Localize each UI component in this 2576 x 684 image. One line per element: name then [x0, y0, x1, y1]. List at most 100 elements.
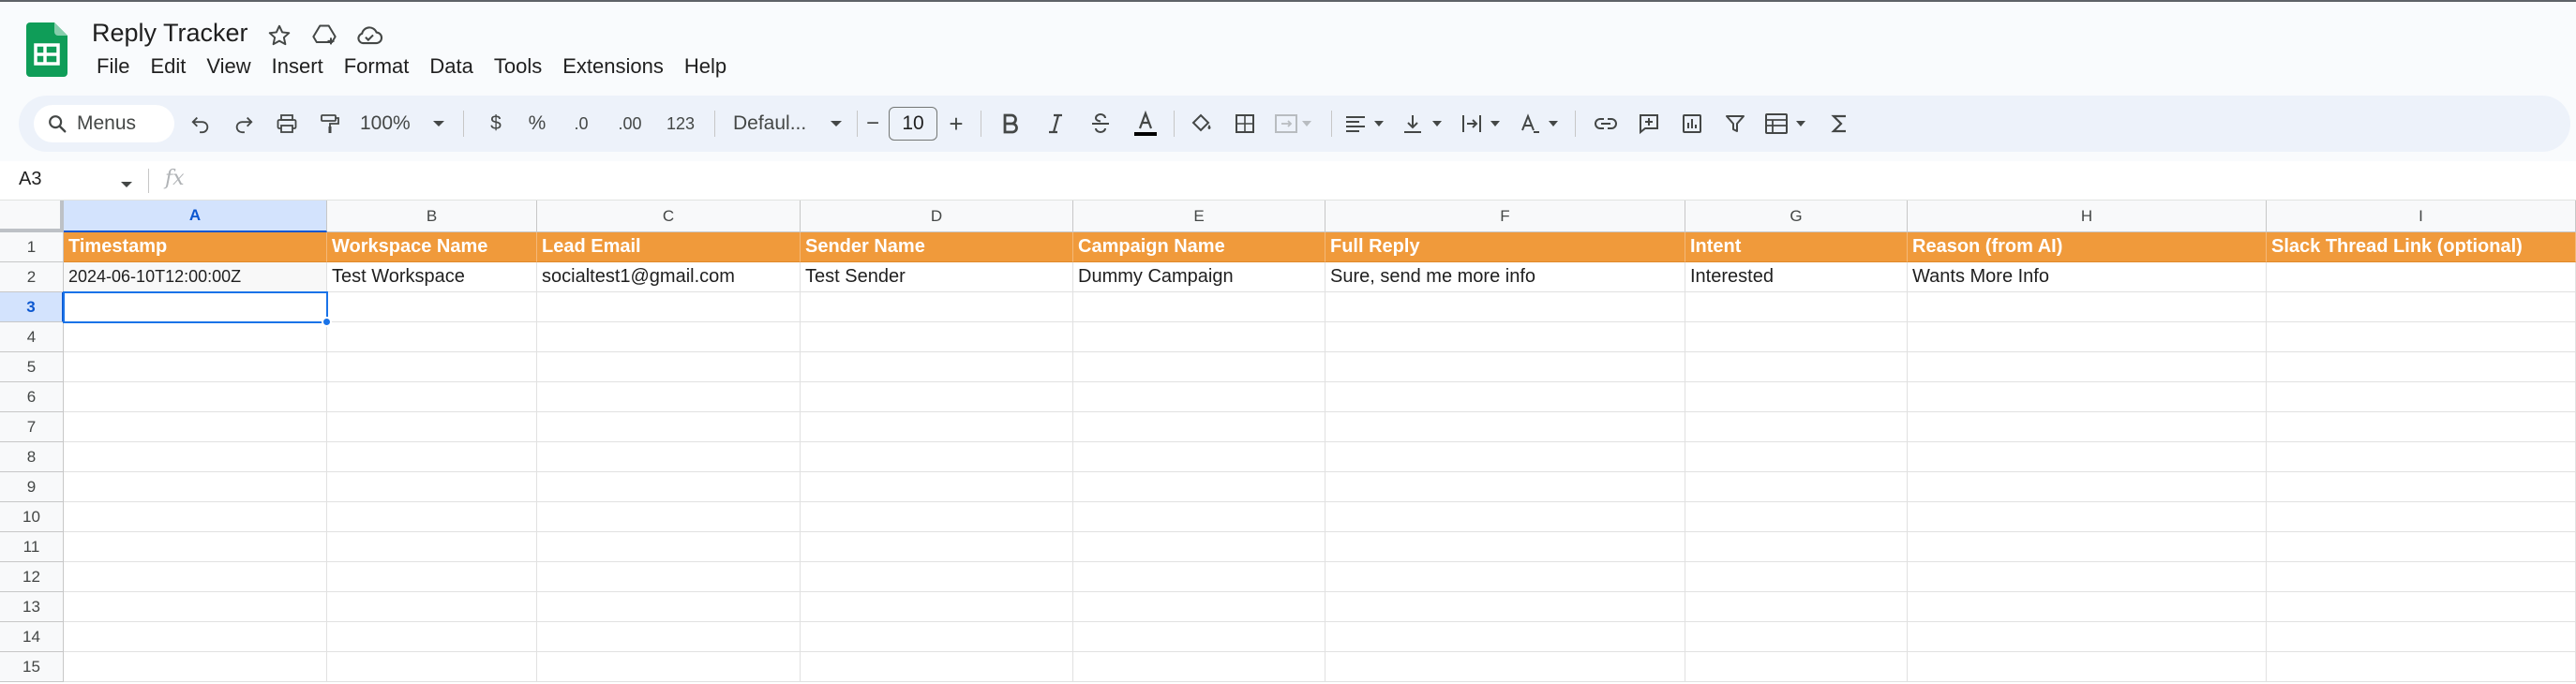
column-header-h[interactable]: H	[1908, 201, 2267, 232]
cell-D6[interactable]	[801, 382, 1073, 412]
zoom-value[interactable]: 100%	[360, 107, 416, 141]
menu-edit[interactable]: Edit	[140, 52, 196, 81]
cell-D15[interactable]	[801, 652, 1073, 682]
row-header-9[interactable]: 9	[0, 472, 64, 502]
cell-B12[interactable]	[327, 562, 537, 592]
cell-F2[interactable]: Sure, send me more info	[1325, 262, 1685, 292]
header-cell[interactable]: Sender Name	[801, 232, 1073, 262]
cell-G10[interactable]	[1685, 502, 1908, 532]
cell-A11[interactable]	[64, 532, 327, 562]
cell-B8[interactable]	[327, 442, 537, 472]
cell-C14[interactable]	[537, 622, 801, 652]
row-header-8[interactable]: 8	[0, 442, 64, 472]
name-box[interactable]: A3	[19, 169, 41, 190]
move-to-drive-icon[interactable]	[309, 21, 339, 51]
cell-C6[interactable]	[537, 382, 801, 412]
cell-E2[interactable]: Dummy Campaign	[1073, 262, 1325, 292]
cell-A12[interactable]	[64, 562, 327, 592]
cell-F6[interactable]	[1325, 382, 1685, 412]
cell-E15[interactable]	[1073, 652, 1325, 682]
cell-C11[interactable]	[537, 532, 801, 562]
cell-D4[interactable]	[801, 322, 1073, 352]
search-menus-button[interactable]: Menus	[34, 105, 174, 142]
cell-H4[interactable]	[1908, 322, 2267, 352]
header-cell[interactable]: Reason (from AI)	[1908, 232, 2267, 262]
cell-D3[interactable]	[801, 292, 1073, 322]
cell-D9[interactable]	[801, 472, 1073, 502]
cell-G13[interactable]	[1685, 592, 1908, 622]
header-cell[interactable]: Workspace Name	[327, 232, 537, 262]
cell-G5[interactable]	[1685, 352, 1908, 382]
cell-D14[interactable]	[801, 622, 1073, 652]
cell-E4[interactable]	[1073, 322, 1325, 352]
column-header-g[interactable]: G	[1685, 201, 1908, 232]
cell-A6[interactable]	[64, 382, 327, 412]
cell-I12[interactable]	[2267, 562, 2576, 592]
cell-C12[interactable]	[537, 562, 801, 592]
header-cell[interactable]: Slack Thread Link (optional)	[2267, 232, 2576, 262]
menu-format[interactable]: Format	[334, 52, 420, 81]
insert-comment-icon[interactable]	[1633, 107, 1665, 141]
decrease-decimal-button[interactable]: .0	[564, 107, 598, 141]
cloud-status-icon[interactable]	[354, 21, 384, 51]
borders-icon[interactable]	[1230, 107, 1260, 141]
cell-I8[interactable]	[2267, 442, 2576, 472]
cell-G6[interactable]	[1685, 382, 1908, 412]
cell-G4[interactable]	[1685, 322, 1908, 352]
cell-I5[interactable]	[2267, 352, 2576, 382]
italic-icon[interactable]	[1041, 107, 1071, 141]
row-header-6[interactable]: 6	[0, 382, 64, 412]
menu-tools[interactable]: Tools	[484, 52, 552, 81]
vertical-align-icon[interactable]	[1400, 107, 1447, 141]
row-header-1[interactable]: 1	[0, 232, 64, 262]
cell-C8[interactable]	[537, 442, 801, 472]
cell-A5[interactable]	[64, 352, 327, 382]
cell-A4[interactable]	[64, 322, 327, 352]
cell-D10[interactable]	[801, 502, 1073, 532]
cell-F14[interactable]	[1325, 622, 1685, 652]
header-cell[interactable]: Timestamp	[64, 232, 327, 262]
cell-C15[interactable]	[537, 652, 801, 682]
cell-I10[interactable]	[2267, 502, 2576, 532]
cell-H13[interactable]	[1908, 592, 2267, 622]
cell-A8[interactable]	[64, 442, 327, 472]
header-cell[interactable]: Lead Email	[537, 232, 801, 262]
cell-E9[interactable]	[1073, 472, 1325, 502]
cell-A2[interactable]: 2024-06-10T12:00:00Z	[64, 262, 327, 292]
header-cell[interactable]: Full Reply	[1325, 232, 1685, 262]
row-header-4[interactable]: 4	[0, 322, 64, 352]
cell-E13[interactable]	[1073, 592, 1325, 622]
cell-F10[interactable]	[1325, 502, 1685, 532]
star-icon[interactable]	[264, 21, 294, 51]
cell-C2[interactable]: socialtest1@gmail.com	[537, 262, 801, 292]
insert-chart-icon[interactable]	[1676, 107, 1708, 141]
cell-G3[interactable]	[1685, 292, 1908, 322]
header-cell[interactable]: Campaign Name	[1073, 232, 1325, 262]
increase-font-size-button[interactable]: +	[945, 107, 967, 141]
cell-B15[interactable]	[327, 652, 537, 682]
cell-F12[interactable]	[1325, 562, 1685, 592]
increase-decimal-button[interactable]: .00	[609, 107, 651, 141]
header-cell[interactable]: Intent	[1685, 232, 1908, 262]
cell-H5[interactable]	[1908, 352, 2267, 382]
row-header-7[interactable]: 7	[0, 412, 64, 442]
text-wrapping-icon[interactable]	[1459, 107, 1505, 141]
cell-B4[interactable]	[327, 322, 537, 352]
zoom-dropdown-icon[interactable]	[429, 107, 448, 141]
cell-H15[interactable]	[1908, 652, 2267, 682]
font-size-input[interactable]: 10	[889, 107, 937, 141]
cell-I7[interactable]	[2267, 412, 2576, 442]
filter-icon[interactable]	[1719, 107, 1751, 141]
print-icon[interactable]	[272, 107, 302, 141]
cell-H7[interactable]	[1908, 412, 2267, 442]
cell-I2[interactable]	[2267, 262, 2576, 292]
cell-B5[interactable]	[327, 352, 537, 382]
undo-icon[interactable]	[186, 107, 216, 141]
cell-G11[interactable]	[1685, 532, 1908, 562]
menu-help[interactable]: Help	[674, 52, 737, 81]
cell-E11[interactable]	[1073, 532, 1325, 562]
cell-E6[interactable]	[1073, 382, 1325, 412]
font-dropdown-icon[interactable]	[827, 107, 846, 141]
cell-C10[interactable]	[537, 502, 801, 532]
row-header-13[interactable]: 13	[0, 592, 64, 622]
